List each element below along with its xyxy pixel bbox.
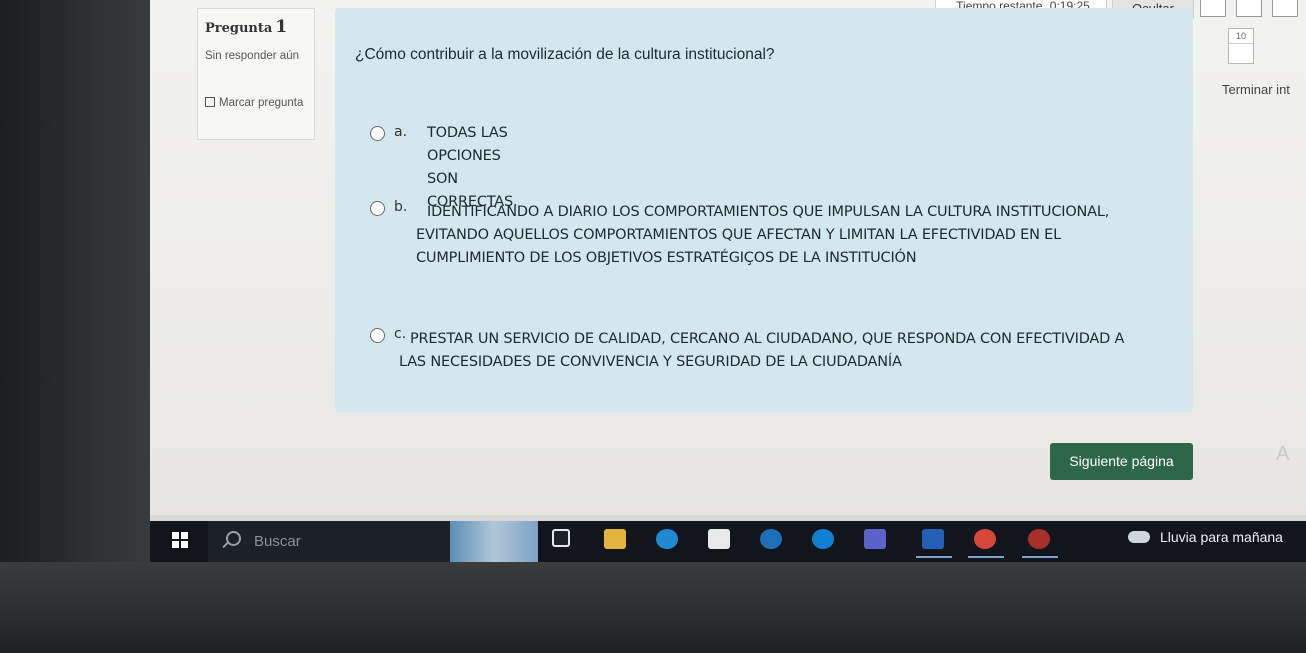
radio-c[interactable] [370, 328, 385, 343]
search-highlight-icon[interactable] [450, 521, 538, 562]
quiz-nav-block-1[interactable] [1200, 0, 1226, 17]
store-icon[interactable] [708, 529, 730, 549]
finish-attempt-link[interactable]: Terminar int [1222, 82, 1290, 97]
task-view-icon[interactable] [552, 529, 570, 547]
option-text-line: LAS NECESIDADES DE CONVIVENCIA Y SEGURID… [399, 354, 902, 370]
question-content: ¿Cómo contribuir a la movilización de la… [335, 8, 1193, 412]
taskbar: Buscar Lluvia para mañana [150, 515, 1306, 562]
edge-icon[interactable] [656, 529, 678, 549]
weather-text: Lluvia para mañana [1160, 529, 1283, 545]
question-info-panel: Pregunta 1 Sin responder aún Marcar pregu… [197, 8, 315, 140]
question-title-label: Pregunta [205, 21, 273, 36]
browser-icon[interactable] [812, 529, 834, 549]
monitor-bezel [0, 0, 160, 653]
flag-label: Marcar pregunta [219, 97, 304, 109]
option-text: PRESTAR UN SERVICIO DE CALIDAD, CERCANO … [399, 328, 1190, 374]
taskbar-search[interactable]: Buscar [208, 521, 451, 562]
radio-b[interactable] [370, 201, 385, 216]
search-icon [226, 531, 241, 546]
teams-icon[interactable] [864, 529, 886, 549]
option-letter: c. [394, 326, 407, 342]
file-explorer-icon[interactable] [604, 529, 626, 549]
option-text-line: PRESTAR UN SERVICIO DE CALIDAD, CERCANO … [410, 331, 1125, 347]
word-icon[interactable] [916, 529, 952, 558]
option-letter: a. [394, 124, 408, 140]
desk-surface [0, 562, 1306, 653]
windows-start-icon[interactable] [172, 532, 188, 548]
quiz-nav-question[interactable]: 10 [1228, 28, 1254, 64]
question-title: Pregunta 1 [205, 17, 287, 37]
flag-question-link[interactable]: Marcar pregunta [205, 94, 305, 112]
option-text-line: IDENTIFICANDO A DIARIO LOS COMPORTAMIENT… [427, 204, 1110, 220]
weather-widget[interactable]: Lluvia para mañana [1128, 529, 1283, 545]
quiz-nav-number: 10 [1229, 29, 1253, 44]
search-placeholder: Buscar [254, 533, 301, 550]
radio-a[interactable] [370, 126, 385, 141]
flag-icon [205, 97, 215, 107]
weather-icon [1128, 531, 1150, 543]
question-number: 1 [275, 17, 288, 37]
app-icon[interactable] [1022, 529, 1058, 558]
chrome-icon[interactable] [968, 529, 1004, 558]
question-text: ¿Cómo contribuir a la movilización de la… [355, 46, 775, 63]
accessibility-icon: A [1276, 443, 1290, 465]
option-text: IDENTIFICANDO A DIARIO LOS COMPORTAMIENT… [416, 201, 1147, 270]
option-text-line: EVITANDO AQUELLOS COMPORTAMIENTOS QUE AF… [416, 227, 1061, 243]
option-letter: b. [394, 199, 408, 215]
internet-explorer-icon[interactable] [760, 529, 782, 549]
quiz-nav-block-2[interactable] [1236, 0, 1262, 17]
option-text-line: CUMPLIMIENTO DE LOS OBJETIVOS ESTRATÉGIÇ… [416, 250, 917, 266]
quiz-nav-block-3[interactable] [1272, 0, 1298, 17]
next-page-button[interactable]: Siguiente página [1050, 443, 1193, 480]
question-status: Sin responder aún [205, 50, 299, 62]
